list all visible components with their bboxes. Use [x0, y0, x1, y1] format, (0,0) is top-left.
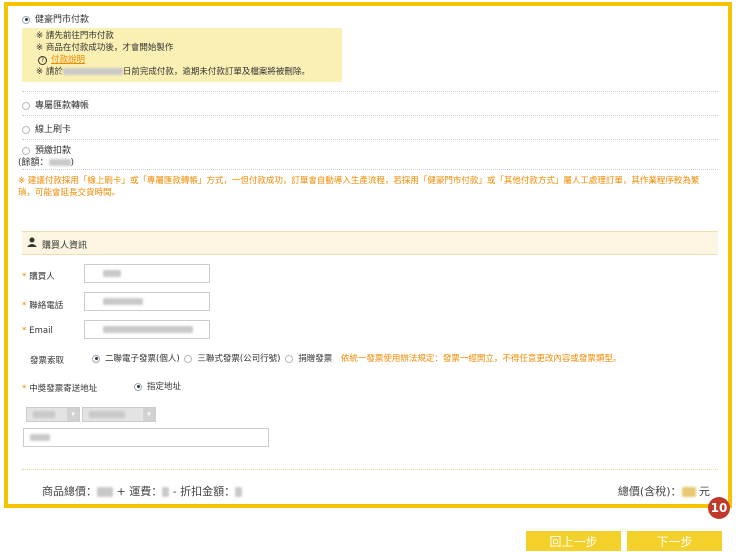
radio-card[interactable] [22, 125, 30, 134]
city-select[interactable]: ▾ [26, 407, 80, 422]
payment-warning-line-1: ※ 建議付款採用「線上刷卡」或「專屬匯款轉帳」方式，一但付款成功，訂單會自動導入… [18, 176, 700, 186]
payment-option-card-label: 線上刷卡 [35, 125, 72, 135]
radio-store[interactable] [22, 15, 30, 24]
buyer-name-label: * 購買人 [22, 272, 55, 282]
phone-label-text: 聯絡電話 [29, 301, 64, 311]
help-circle-icon: ? [38, 56, 47, 65]
payment-option-transfer[interactable]: 專屬匯款轉帳 [22, 98, 718, 111]
prev-step-button[interactable]: 回上一步 [526, 531, 621, 551]
chevron-down-icon: ▾ [143, 408, 155, 421]
buyer-name-input[interactable] [84, 264, 210, 283]
payment-option-store-label: 健豪門市付款 [35, 15, 90, 25]
radio-transfer[interactable] [22, 101, 30, 110]
radio-invoice-personal[interactable] [92, 354, 100, 363]
phone-label: * 聯絡電話 [22, 301, 64, 311]
note-line-2: ※ 商品在付款成功後，才會開始製作 [36, 43, 174, 53]
next-step-button[interactable]: 下一步 [627, 531, 722, 551]
address-input[interactable] [23, 428, 269, 447]
email-label-text: Email [29, 326, 53, 336]
totals-left: 商品總價： + 運費： - 折扣金額： [42, 483, 243, 499]
shipping-label: + 運費： [116, 485, 163, 498]
totals-right: 總價(含稅)： 元 [618, 483, 710, 499]
address-option[interactable]: 指定地址 [134, 380, 181, 392]
discount-label: - 折扣金額： [172, 485, 236, 498]
note-line-4: ※ 請於 日前完成付款，逾期未付款訂單及檔案將被刪除。 [36, 65, 310, 77]
balance-label: (餘額： [18, 158, 49, 168]
radio-invoice-company[interactable] [184, 354, 193, 363]
invoice-option-donate[interactable]: 捐贈發票 [298, 354, 332, 364]
user-icon [27, 237, 37, 248]
redacted-subtotal [97, 487, 113, 497]
phone-input[interactable] [84, 292, 210, 311]
subtotal-label: 商品總價： [42, 485, 97, 498]
buyer-section-header: 購買人資訊 [22, 231, 718, 255]
payment-option-store[interactable]: 健豪門市付款 [22, 12, 718, 25]
currency-label: 元 [699, 485, 710, 498]
buyer-section-title: 購買人資訊 [42, 241, 88, 251]
district-select[interactable]: ▾ [82, 407, 156, 422]
payment-warning: ※ 建議付款採用「線上刷卡」或「專屬匯款轉帳」方式，一但付款成功，訂單會自動導入… [18, 175, 718, 199]
mail-address-label: * 中獎發票寄送地址 [22, 384, 98, 394]
redacted-total [681, 487, 696, 497]
redacted-shipping [162, 487, 170, 497]
payment-help-link[interactable]: 付款說明 [51, 55, 85, 65]
chevron-down-icon: ▾ [67, 408, 79, 421]
note-line-1: ※ 請先前往門市付款 [36, 31, 114, 41]
invoice-option-company[interactable]: 三聯式發票(公司行號) [197, 354, 280, 364]
checkout-panel: 健豪門市付款 ※ 請先前往門市付款 ※ 商品在付款成功後，才會開始製作 ? 付款說… [4, 2, 732, 508]
invoice-note: 依統一發票使用辦法規定：發票一經開立，不得任意更改內容或發票類型。 [340, 354, 622, 364]
note-line-4-prefix: ※ 請於 [36, 67, 63, 77]
mail-address-label-text: 中獎發票寄送地址 [29, 384, 98, 394]
email-label: * Email [22, 326, 53, 336]
payment-warning-line-2: 瑣，可能會延長交貨時間。 [18, 188, 121, 198]
address-option-label: 指定地址 [147, 382, 182, 392]
redacted-deadline [62, 68, 123, 75]
radio-invoice-donate[interactable] [285, 354, 294, 363]
radio-address[interactable] [134, 382, 142, 391]
buyer-name-label-text: 購買人 [29, 272, 55, 282]
radio-prepaid[interactable] [22, 146, 30, 155]
note-line-4-suffix: 日前完成付款，逾期未付款訂單及檔案將被刪除。 [122, 67, 310, 77]
email-input[interactable] [84, 320, 210, 339]
invoice-options: 二聯電子發票(個人) 三聯式發票(公司行號) 捐贈發票 依統一發票使用辦法規定：… [92, 352, 621, 364]
payment-option-transfer-label: 專屬匯款轉帳 [35, 101, 90, 111]
redacted-discount [235, 487, 243, 497]
step-badge: 10 [708, 497, 730, 519]
invoice-label: 發票索取 [30, 356, 65, 366]
total-label: 總價(含稅)： [617, 485, 682, 498]
invoice-option-personal[interactable]: 二聯電子發票(個人) [105, 354, 180, 364]
balance-suffix: ) [70, 158, 75, 168]
payment-option-card[interactable]: 線上刷卡 [22, 122, 718, 135]
redacted-balance [48, 159, 71, 166]
help-link-row[interactable]: ? 付款說明 [38, 53, 85, 65]
prepaid-balance: (餘額：) [18, 155, 718, 168]
order-totals: 商品總價： + 運費： - 折扣金額： 總價(含稅)： 元 [22, 469, 718, 503]
